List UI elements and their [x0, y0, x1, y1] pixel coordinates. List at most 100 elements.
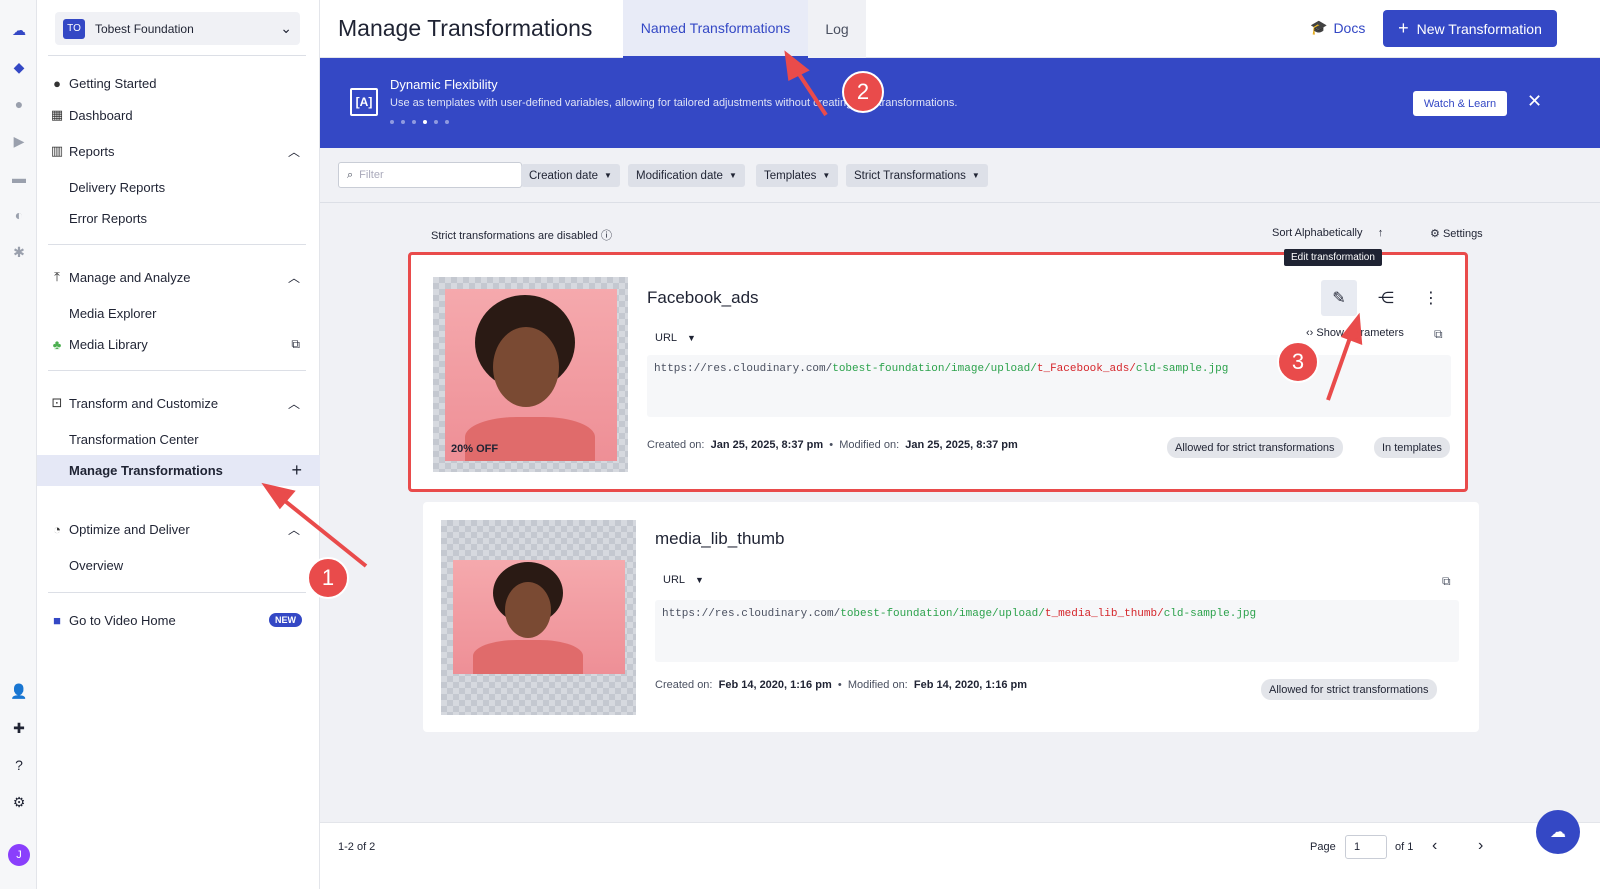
strict-note-text: Strict transformations are disabled — [431, 230, 598, 242]
filter-modification-date[interactable]: Modification date ▼ — [628, 164, 745, 187]
filter-templates[interactable]: Templates ▼ — [756, 164, 839, 187]
page-input[interactable]: 1 — [1345, 835, 1387, 859]
url-type-select[interactable]: URL ▼ — [655, 332, 696, 344]
help-icon[interactable]: ? — [9, 755, 29, 775]
sidebar-item-overview[interactable]: Overview — [37, 550, 320, 580]
sample-photo — [453, 560, 625, 674]
url-type-label: URL — [655, 332, 678, 344]
url-box: https://res.cloudinary.com/tobest-founda… — [655, 600, 1459, 662]
close-icon[interactable]: ✕ — [1527, 91, 1542, 112]
carousel-dot[interactable] — [434, 120, 438, 124]
more-vertical-icon[interactable]: ⋮ — [1413, 280, 1449, 316]
sidebar-item-error-reports[interactable]: Error Reports — [37, 203, 320, 233]
caret-down-icon: ▼ — [822, 171, 831, 180]
arrow-up-icon: ↑ — [1377, 227, 1384, 239]
caret-down-icon: ▼ — [728, 171, 737, 180]
sidebar-item-label: Transformation Center — [69, 431, 199, 447]
sample-photo: 20% OFF — [445, 289, 617, 461]
show-parameters-label: Show Parameters — [1316, 327, 1404, 339]
add-user-icon[interactable]: 👤 — [9, 681, 29, 701]
photo-face — [493, 327, 559, 407]
sidebar-section-reports[interactable]: ▥ Reports ︿ — [37, 136, 320, 166]
chevron-right-icon[interactable]: › — [1478, 837, 1483, 855]
sidebar-item-media-explorer[interactable]: Media Explorer — [37, 298, 320, 328]
created-label: Created on: — [647, 439, 705, 451]
result-count: 1-2 of 2 — [338, 841, 376, 853]
sidebar-item-manage-transformations[interactable]: Manage Transformations + — [37, 455, 320, 486]
watch-learn-button[interactable]: Watch & Learn — [1413, 91, 1507, 116]
page-label: Page — [1310, 841, 1336, 853]
url-transform: t_Facebook_ads/ — [1036, 363, 1136, 375]
cloudinary-logo-icon[interactable]: ☁ — [9, 20, 29, 40]
carousel-dot[interactable] — [445, 120, 449, 124]
assets-icon[interactable]: ● — [9, 94, 29, 114]
caret-down-icon: ▼ — [687, 333, 696, 343]
docs-label: Docs — [1333, 19, 1366, 36]
carousel-dot[interactable] — [412, 120, 416, 124]
copy-icon[interactable]: ⧉ — [1434, 327, 1443, 342]
carousel-dot-active[interactable] — [423, 120, 427, 124]
cloud-assistant-button[interactable]: ☁ — [1536, 810, 1580, 854]
template-icon: [A] — [350, 88, 378, 116]
filter-creation-date[interactable]: Creation date ▼ — [521, 164, 620, 187]
sidebar-section-optimize-deliver[interactable]: ◔ Optimize and Deliver ︿ — [37, 514, 320, 544]
edit-pencil-icon[interactable]: ✎ — [1321, 280, 1357, 316]
org-selector[interactable]: TO Tobest Foundation ⌄ — [55, 12, 300, 45]
gear-icon[interactable]: ⚙ — [9, 792, 29, 812]
chevron-left-icon[interactable]: ‹ — [1432, 837, 1437, 855]
carousel-dots[interactable] — [390, 120, 449, 124]
filter-input[interactable]: ⌕ Filter — [338, 162, 522, 188]
sidebar-item-getting-started[interactable]: ● Getting Started — [37, 68, 320, 98]
tab-log[interactable]: Log — [808, 0, 866, 58]
url-file: cld-sample.jpg — [1135, 363, 1229, 375]
new-badge: NEW — [269, 613, 302, 627]
plus-icon[interactable]: + — [291, 460, 302, 481]
card-meta: Created on: Jan 25, 2025, 8:37 pm • Modi… — [647, 439, 1018, 451]
sidebar-section-manage-analyze[interactable]: ⤒ Manage and Analyze ︿ — [37, 262, 320, 292]
sidebar-item-video-home[interactable]: ■ Go to Video Home NEW — [37, 605, 320, 635]
carousel-dot[interactable] — [401, 120, 405, 124]
sidebar-item-media-library[interactable]: ♣ Media Library ⧉ — [37, 329, 320, 359]
sidebar-item-transformation-center[interactable]: Transformation Center — [37, 424, 320, 454]
copy-icon[interactable]: ⧉ — [1442, 574, 1451, 589]
divider — [48, 592, 306, 593]
thumbnail — [441, 520, 636, 715]
reports-icon: ▥ — [50, 143, 64, 158]
url-type-select[interactable]: URL ▼ — [663, 574, 704, 586]
puzzle-icon[interactable]: ✚ — [9, 718, 29, 738]
avatar[interactable]: J — [8, 844, 30, 866]
modified-date: Feb 14, 2020, 1:16 pm — [913, 679, 1027, 691]
page-total: of 1 — [1395, 841, 1414, 853]
video-icon[interactable]: ▶ — [9, 131, 29, 151]
globe-icon[interactable]: ◐ — [9, 205, 29, 225]
sidebar-section-transform-customize[interactable]: ⊡ Transform and Customize ︿ — [37, 388, 320, 418]
caret-down-icon: ▼ — [695, 575, 704, 585]
chevron-up-icon: ︿ — [287, 396, 300, 411]
sidebar-item-label: Delivery Reports — [69, 179, 166, 195]
banner-title: Dynamic Flexibility — [390, 77, 498, 92]
sidebar-item-delivery-reports[interactable]: Delivery Reports — [37, 172, 320, 202]
search-icon: ⌕ — [347, 168, 354, 181]
tree-icon[interactable]: ⋲ — [1368, 280, 1404, 316]
photo-face — [505, 582, 551, 638]
chip-label: Templates — [764, 169, 817, 182]
sidebar-item-label: Manage and Analyze — [69, 269, 191, 285]
programmable-media-icon[interactable]: ◆ — [9, 57, 29, 77]
info-icon: ⓘ — [600, 230, 612, 242]
tab-named-transformations[interactable]: Named Transformations — [623, 0, 808, 58]
new-transformation-button[interactable]: + New Transformation — [1383, 10, 1557, 47]
url-transform: t_media_lib_thumb/ — [1044, 608, 1164, 620]
sort-control[interactable]: Sort Alphabetically ↑ — [1272, 227, 1383, 239]
docs-link[interactable]: 🎓 Docs — [1310, 19, 1365, 36]
sidebar-item-dashboard[interactable]: ▦ Dashboard — [37, 100, 320, 130]
chat-icon[interactable]: ✱ — [9, 242, 29, 262]
filter-strict-transformations[interactable]: Strict Transformations ▼ — [846, 164, 988, 187]
settings-link[interactable]: ⚙ Settings — [1430, 227, 1483, 240]
messages-icon[interactable]: ▬ — [9, 168, 29, 188]
show-parameters-link[interactable]: ‹› Show Parameters — [1306, 327, 1404, 339]
chevron-down-icon: ⌄ — [280, 20, 292, 36]
page-title: Manage Transformations — [338, 15, 593, 41]
transformation-card[interactable]: media_lib_thumb URL ▼ https://res.cloudin… — [423, 502, 1479, 732]
carousel-dot[interactable] — [390, 120, 394, 124]
sidebar-item-label: Go to Video Home — [69, 612, 176, 628]
